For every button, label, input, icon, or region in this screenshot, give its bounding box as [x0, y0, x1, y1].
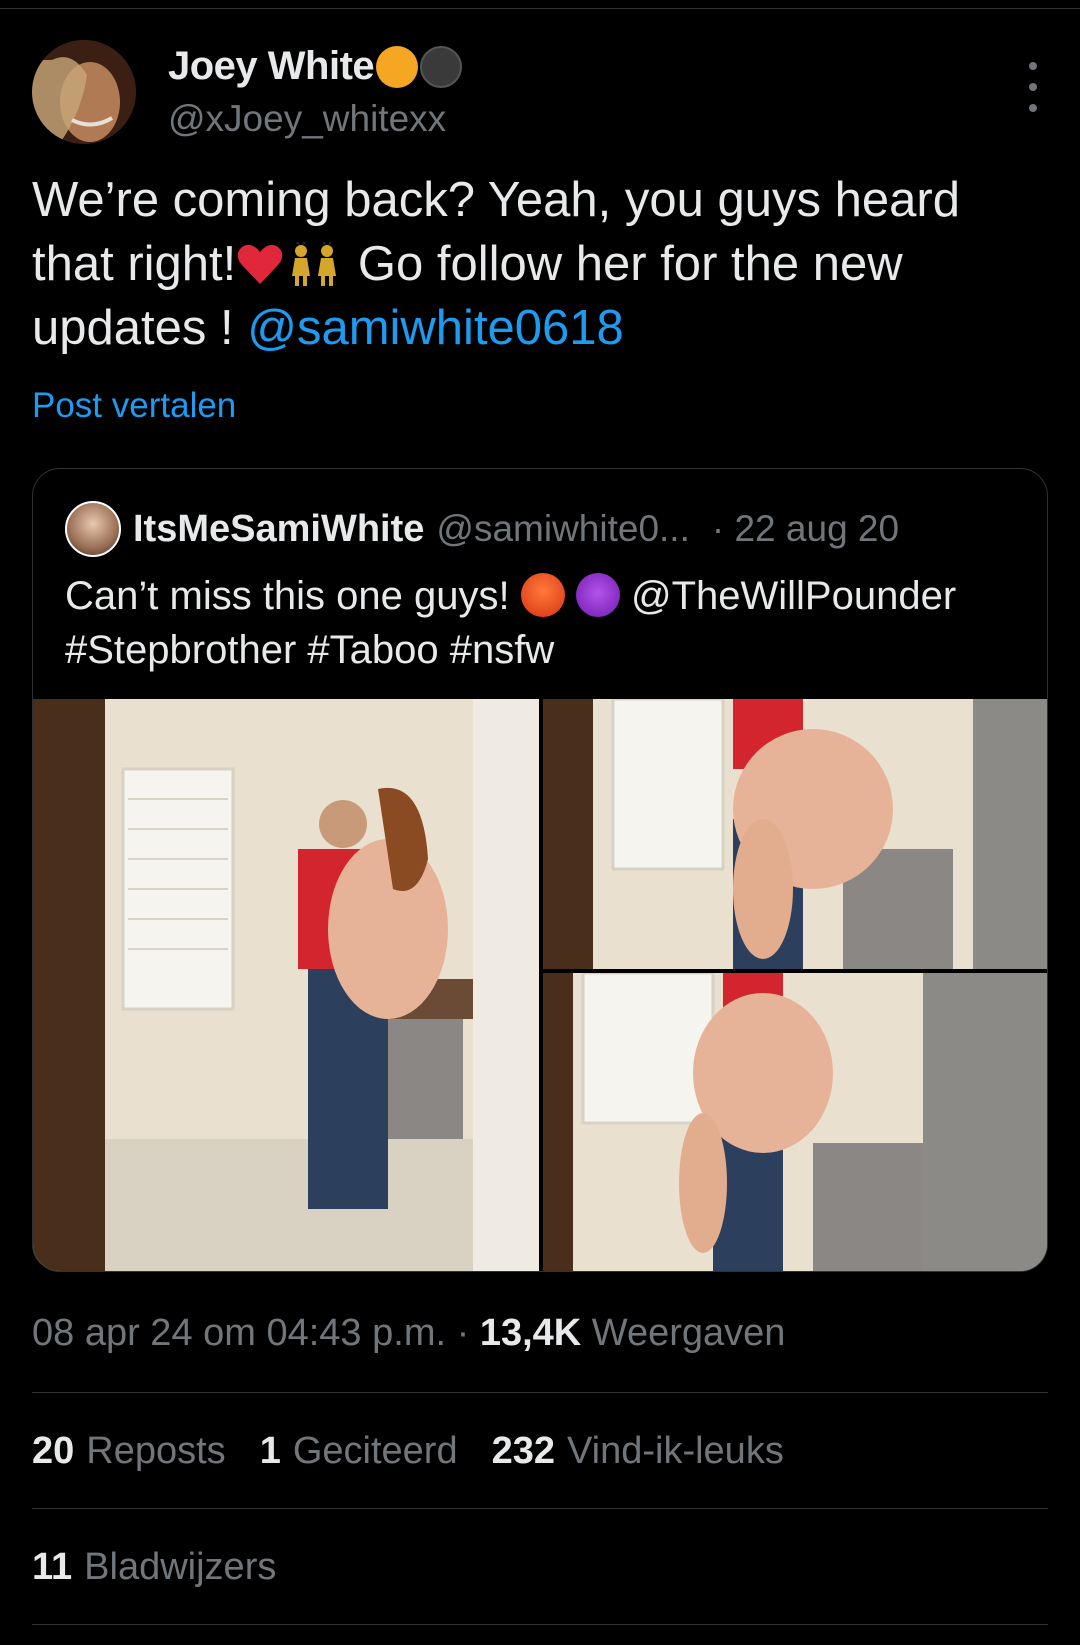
tweet-timestamp[interactable]: 08 apr 24 om 04:43 p.m. ·	[32, 1312, 480, 1354]
author-display-name[interactable]: Joey White	[168, 44, 375, 89]
dancers-icon	[292, 242, 337, 286]
quoted-mention-link[interactable]: @TheWillPounder	[620, 574, 956, 618]
photo-2[interactable]	[543, 699, 1047, 969]
divider	[32, 1392, 1048, 1393]
hot-face-icon	[520, 573, 565, 617]
quoted-tweet-text: Can’t miss this one guys! @TheWillPounde…	[65, 569, 1017, 677]
tweet-text: We’re coming back? Yeah, you guys heard …	[32, 168, 1042, 360]
quoted-tweet-card[interactable]: ItsMeSamiWhite @samiwhite0... · 22 aug 2…	[32, 468, 1048, 1272]
author-handle[interactable]: @xJoey_whitexx	[168, 98, 446, 140]
reposts-stat[interactable]: 20 Reposts	[32, 1430, 226, 1473]
quoted-tweet-date[interactable]: · 22 aug 20	[712, 508, 899, 550]
orange-circle-icon	[376, 45, 419, 88]
tweet-meta: 08 apr 24 om 04:43 p.m. · 13,4K Weergave…	[32, 1312, 785, 1355]
quoted-tweet-header: ItsMeSamiWhite @samiwhite0... · 22 aug 2…	[65, 501, 1015, 557]
quoted-text-part1: Can’t miss this one guys!	[65, 574, 521, 618]
divider	[32, 1624, 1048, 1625]
author-name-row: Joey White	[168, 44, 463, 89]
bookmarks-stat[interactable]: 11 Bladwijzers	[32, 1546, 276, 1589]
quoted-media-grid	[33, 699, 1047, 1271]
tweet-header: Joey White @xJoey_whitexx	[32, 40, 1048, 150]
smiling-devil-icon	[575, 573, 620, 617]
likes-stat[interactable]: 232 Vind-ik-leuks	[492, 1430, 784, 1473]
quoted-author-name[interactable]: ItsMeSamiWhite	[133, 508, 424, 551]
divider	[32, 1508, 1048, 1509]
tweet-mention-link[interactable]: @samiwhite0618	[247, 301, 624, 355]
quotes-stat[interactable]: 1 Geciteerd	[260, 1430, 458, 1473]
author-avatar[interactable]	[32, 40, 136, 144]
translate-post-link[interactable]: Post vertalen	[32, 386, 236, 426]
quoted-author-avatar[interactable]	[65, 501, 121, 557]
quoted-author-handle[interactable]: @samiwhite0...	[436, 508, 689, 550]
engagement-stats: 20 Reposts 1 Geciteerd 232 Vind-ik-leuks	[32, 1430, 784, 1473]
red-heart-icon	[238, 244, 283, 284]
quoted-hashtags[interactable]: #Stepbrother #Taboo #nsfw	[65, 628, 554, 672]
more-options-icon[interactable]	[1018, 62, 1048, 112]
top-divider	[0, 8, 1080, 9]
views-label: Weergaven	[581, 1312, 786, 1354]
photo-3[interactable]	[543, 973, 1047, 1271]
photo-1[interactable]	[33, 699, 539, 1271]
views-count: 13,4K	[479, 1312, 582, 1354]
black-circle-icon	[420, 45, 463, 88]
